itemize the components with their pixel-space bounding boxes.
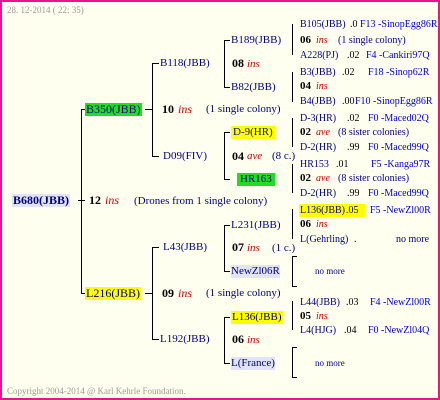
node-l4-val: .04 (344, 325, 357, 336)
node-d2-b-val: .99 (347, 188, 360, 199)
node-l43[interactable]: L43(JBB) (163, 241, 207, 254)
sire-unit: ins (178, 102, 193, 116)
node-d3-loc: F0 -Maced02Q (368, 113, 429, 124)
node-l136-gen4-loc: F5 -NewZl00R (370, 205, 431, 216)
node-b82-offspring-unit: ins (316, 81, 328, 92)
node-newzl06r-more: no more (315, 266, 345, 276)
node-l231-offspring-count: 06 (300, 218, 311, 230)
node-b118-unit: ins (247, 58, 260, 70)
node-d09-unit: ave (247, 150, 263, 162)
node-l44[interactable]: L44(JBB) (300, 296, 340, 309)
node-l192[interactable]: L192(JBB) (160, 333, 210, 346)
node-b4-loc: F10 -SinopEgg86R (355, 96, 433, 107)
sire-count: 10 (162, 102, 174, 116)
node-l43-count: 07 (232, 240, 244, 254)
node-b4[interactable]: B4(JBB) (300, 95, 336, 108)
node-d2-a[interactable]: D-2(HR) (300, 141, 336, 154)
node-hr163-offspring-count: 02 (300, 172, 311, 184)
node-l231[interactable]: L231(JBB) (231, 219, 281, 232)
node-d09-note: (8 c.) (272, 150, 296, 162)
node-l192-unit: ins (247, 334, 260, 346)
node-d3-val: .02 (347, 113, 360, 124)
node-lgehrling-more: no more (396, 234, 430, 245)
node-l136-offspring-count: 05 (300, 310, 311, 322)
node-d9-offspring-note: (8 sister colonies) (338, 127, 410, 138)
node-l136-gen4[interactable]: L136(JBB) (299, 204, 346, 217)
node-b3-loc: F18 -Sinop62R (368, 67, 430, 78)
node-a228-loc: F4 -Cankiri97Q (366, 50, 430, 61)
node-hr153-loc: F5 -Kanga97R (371, 159, 431, 170)
node-a228-val: .02 (347, 50, 360, 61)
node-l43-unit: ins (247, 242, 260, 254)
node-b82[interactable]: B82(JBB) (231, 81, 276, 94)
node-d2-b[interactable]: D-2(HR) (300, 187, 336, 200)
node-b105-val: .0 (350, 19, 358, 30)
node-l4[interactable]: L4(HJG) (300, 324, 336, 337)
node-lfrance-more: no more (315, 358, 345, 368)
node-b3-val: .02 (342, 67, 355, 78)
node-lgehrling[interactable]: L(Gehrling) (300, 233, 348, 246)
header-date: 28. 12-2014 ( 22: 35) (7, 5, 84, 15)
node-d9[interactable]: D-9(HR) (231, 126, 275, 139)
sire-note: (1 single colony) (206, 103, 281, 115)
node-l136-gen4-val: .05 (346, 204, 365, 217)
node-hr153[interactable]: HR153 (300, 158, 329, 171)
node-b3[interactable]: B3(JBB) (300, 66, 336, 79)
node-d2-a-val: .99 (347, 142, 360, 153)
dam-unit: ins (178, 286, 193, 300)
root-note: (Drones from 1 single colony) (134, 195, 268, 207)
node-l192-count: 06 (232, 332, 244, 346)
node-newzl06r[interactable]: NewZl06R (231, 265, 280, 278)
node-b105[interactable]: B105(JBB) (300, 18, 346, 31)
node-d09-count: 04 (232, 149, 244, 163)
node-b118[interactable]: B118(JBB) (160, 57, 210, 70)
pedigree-diagram: 28. 12-2014 ( 22: 35) Copyright 2004-201… (0, 0, 440, 400)
node-l231-offspring-unit: ins (316, 219, 328, 230)
sire-node[interactable]: B350(JBB) (85, 103, 142, 116)
node-l136[interactable]: L136(JBB) (231, 311, 283, 324)
node-b4-val: .00 (342, 96, 355, 107)
node-a228[interactable]: A228(PJ) (300, 49, 338, 62)
node-hr163[interactable]: HR163 (237, 173, 275, 186)
node-hr163-offspring-note: (8 sister colonies) (338, 173, 410, 184)
dam-count: 09 (162, 286, 174, 300)
node-b105-loc: F13 -SinopEgg86R (360, 19, 438, 30)
node-b189[interactable]: B189(JBB) (231, 34, 281, 47)
node-l44-val: .03 (346, 297, 359, 308)
node-hr153-val: .01 (336, 159, 349, 170)
node-l136-offspring-unit: ins (316, 311, 328, 322)
node-lfrance[interactable]: L(France) (231, 357, 275, 370)
node-hr163-offspring-unit: ave (316, 173, 330, 184)
node-l4-loc: F0 -NewZl04Q (368, 325, 430, 336)
node-l43-note: (1 c.) (272, 242, 296, 254)
node-l44-loc: F4 -NewZl00R (370, 297, 431, 308)
node-d2-a-loc: F0 -Maced99Q (368, 142, 429, 153)
node-b82-offspring-count: 04 (300, 80, 311, 92)
node-b189-offspring-count: 06 (300, 34, 311, 46)
node-d9-offspring-count: 02 (300, 126, 311, 138)
node-b118-count: 08 (232, 56, 244, 70)
node-d09[interactable]: D09(FIV) (163, 150, 207, 163)
node-b189-offspring-note: (1 single colony) (338, 35, 406, 46)
node-d2-b-loc: F0 -Maced99Q (368, 188, 429, 199)
dam-node[interactable]: L216(JBB) (85, 287, 141, 300)
root-node[interactable]: B680(JBB) (12, 194, 71, 207)
node-lgehrling-val: . (354, 234, 357, 245)
root-unit: ins (105, 193, 120, 207)
node-d9-offspring-unit: ave (316, 127, 330, 138)
root-count: 12 (89, 193, 101, 207)
node-d3[interactable]: D-3(HR) (300, 112, 336, 125)
dam-note: (1 single colony) (206, 287, 281, 299)
footer-copyright: Copyright 2004-2014 @ Karl Kehrle Founda… (7, 386, 186, 396)
node-b189-offspring-unit: ins (316, 35, 328, 46)
